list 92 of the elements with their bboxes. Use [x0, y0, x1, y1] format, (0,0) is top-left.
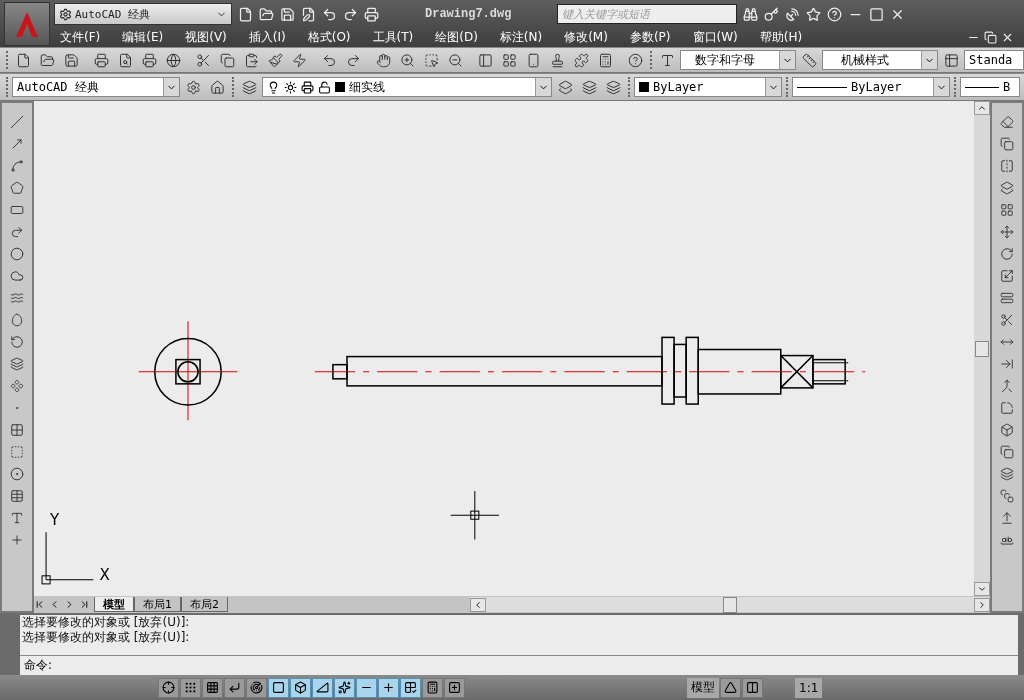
status-toggle[interactable] — [158, 677, 179, 698]
scroll-thumb[interactable] — [975, 340, 989, 357]
status-toggle[interactable] — [378, 677, 399, 698]
horizontal-scrollbar[interactable] — [470, 597, 990, 612]
annotation-scale-button[interactable]: 1:1 — [795, 677, 823, 698]
ucs-axes-icon — [41, 531, 94, 585]
status-toggle[interactable] — [224, 677, 245, 698]
command-history-line: 选择要修改的对象或 [放弃(U)]: — [21, 615, 191, 630]
save-icon[interactable] — [280, 6, 295, 22]
status-toggle[interactable] — [180, 677, 201, 698]
window-title: Drawing7.dwg — [425, 7, 512, 21]
menu-item[interactable]: 格式(O) — [307, 29, 351, 46]
layout-tab[interactable]: 布局1 — [134, 597, 181, 612]
status-toggle[interactable] — [202, 677, 223, 698]
gear-icon — [59, 7, 72, 21]
help-icon[interactable] — [827, 6, 843, 22]
tab-nav-icon[interactable] — [34, 599, 45, 610]
color-swatch — [335, 82, 345, 92]
sun-icon — [284, 80, 297, 94]
menu-item[interactable]: 标注(N) — [499, 29, 543, 46]
linetype-dropdown[interactable]: ByLayer — [792, 77, 950, 97]
dimension-style-dropdown[interactable]: 机械样式 — [822, 50, 938, 70]
status-toggle[interactable] — [356, 677, 377, 698]
polar-icon — [250, 681, 263, 694]
status-toggle[interactable] — [246, 677, 267, 698]
menu-item[interactable]: 文件(F) — [60, 29, 101, 46]
status-toggle[interactable] — [444, 677, 465, 698]
status-toggle[interactable] — [400, 677, 421, 698]
menu-item[interactable]: 窗口(W) — [692, 29, 738, 46]
undo-icon[interactable] — [322, 6, 337, 22]
lineweight-dropdown[interactable]: B — [960, 77, 1020, 97]
line-sample — [965, 86, 999, 88]
scroll-thumb[interactable] — [723, 596, 737, 613]
table-style-dropdown[interactable]: Standa — [964, 50, 1024, 70]
crosshair-cursor — [450, 490, 500, 540]
menu-item[interactable]: 工具(T) — [372, 29, 414, 46]
y-axis-label: Y — [50, 511, 60, 530]
layout-tab[interactable]: 模型 — [94, 597, 134, 612]
scroll-left-icon — [473, 599, 483, 610]
line-sample — [797, 86, 847, 88]
layout-tab[interactable]: 布局2 — [181, 597, 228, 612]
x-axis-label: X — [99, 565, 110, 584]
model-space-button[interactable]: 模型 — [687, 677, 719, 698]
layer-dropdown[interactable]: 细实线 — [262, 77, 552, 97]
status-toggle[interactable] — [268, 677, 289, 698]
menu-item[interactable]: 编辑(E) — [122, 29, 164, 46]
star-icon[interactable] — [806, 6, 822, 22]
scroll-down-icon — [977, 584, 987, 594]
status-toggle[interactable] — [422, 677, 443, 698]
new-icon[interactable] — [238, 6, 253, 22]
menu-item[interactable]: 修改(M) — [564, 29, 608, 46]
color-swatch — [639, 82, 649, 92]
status-toggle[interactable] — [290, 677, 311, 698]
dots-icon — [184, 681, 197, 694]
viewports-icon[interactable] — [746, 681, 759, 694]
maximize-icon[interactable] — [869, 6, 885, 22]
command-history-line: 选择要修改的对象或 [放弃(U)]: — [21, 630, 191, 645]
tab-nav-icon[interactable] — [79, 599, 90, 610]
satellite-dish-icon[interactable] — [785, 6, 801, 22]
menu-item[interactable]: 视图(V) — [185, 29, 227, 46]
angle-icon — [316, 681, 329, 694]
binoculars-icon[interactable] — [743, 6, 759, 22]
key-icon[interactable] — [764, 6, 780, 22]
unlock-icon — [318, 80, 331, 94]
drawing-canvas[interactable]: Y X — [34, 101, 974, 596]
menu-item[interactable]: 帮助(H) — [759, 29, 803, 46]
color-dropdown[interactable]: ByLayer — [634, 77, 782, 97]
workspace-dropdown[interactable]: AutoCAD 经典 — [54, 3, 232, 25]
redo-icon[interactable] — [343, 6, 358, 22]
vertical-scrollbar[interactable] — [974, 101, 990, 596]
scroll-up-icon — [977, 103, 987, 113]
menu-item[interactable]: 参数(P) — [629, 29, 671, 46]
menu-item[interactable]: 插入(I) — [248, 29, 286, 46]
triangle-icon[interactable] — [724, 681, 737, 694]
open-icon[interactable] — [259, 6, 274, 22]
search-field[interactable]: 键入关键字或短语 — [557, 4, 738, 24]
3d-snap-icon — [294, 681, 307, 694]
menu-item[interactable]: 绘图(D) — [435, 29, 478, 46]
text-style-dropdown[interactable]: 数字和字母 — [680, 50, 796, 70]
bulb-icon — [267, 80, 280, 94]
scroll-right-icon — [977, 599, 987, 610]
status-toggle[interactable] — [334, 677, 355, 698]
application-menu-button[interactable] — [4, 2, 50, 46]
restore-icon[interactable] — [984, 31, 997, 44]
snap-icon — [162, 681, 175, 694]
close-icon[interactable] — [1001, 31, 1014, 44]
grid-icon — [206, 681, 219, 694]
save-as-icon[interactable] — [301, 6, 316, 22]
workspace-dropdown[interactable]: AutoCAD 经典 — [12, 77, 180, 97]
printer-icon — [301, 80, 314, 94]
status-toggle[interactable] — [312, 677, 333, 698]
print-icon[interactable] — [364, 6, 379, 22]
